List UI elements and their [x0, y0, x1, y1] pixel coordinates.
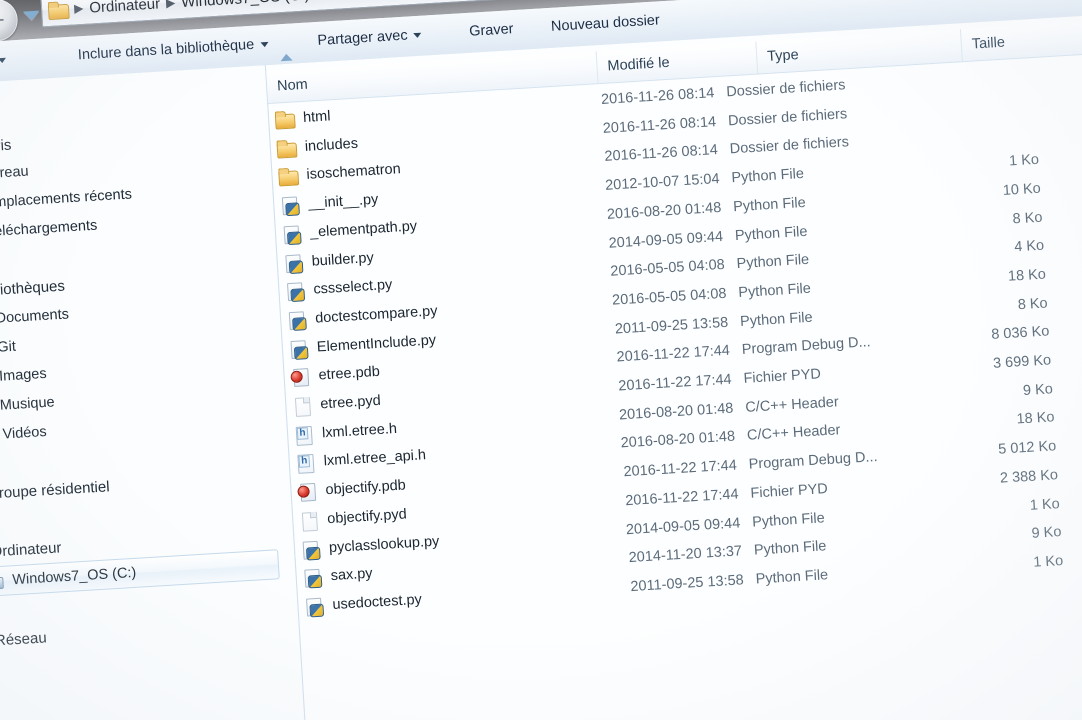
breadcrumb-item-windows7-os[interactable]: Windows7_OS (C:): [177, 0, 314, 11]
file-name-label: lxml.etree.h: [321, 420, 398, 442]
breadcrumb-separator: ▶: [73, 0, 84, 16]
folder-icon: [48, 1, 69, 18]
python-file-icon: [304, 597, 324, 617]
sidebar-item-documents[interactable]: Documents: [0, 306, 69, 328]
file-name-cell[interactable]: html: [274, 103, 331, 133]
screenshot-stage: ← ▶ Ordinateur ▶ Windows7_OS (C:) ▶ tmp …: [0, 0, 1082, 720]
navigation-pane: Favoris Bureau Emplacements récents Télé…: [0, 65, 311, 720]
hard-drive-icon: [0, 573, 4, 590]
header-file-icon: [294, 425, 314, 445]
file-name-label: isoschematron: [306, 161, 402, 184]
folder-icon: [275, 110, 295, 130]
file-name-label: etree.pyd: [319, 392, 382, 413]
sidebar-group-ordinateur[interactable]: Ordinateur: [0, 539, 62, 562]
chevron-down-icon[interactable]: [23, 10, 40, 21]
column-header-taille[interactable]: Taille: [959, 21, 1082, 62]
file-name-label: etree.pdb: [318, 364, 381, 384]
sidebar-item-git[interactable]: Git: [0, 339, 16, 358]
chevron-down-icon: [413, 32, 422, 38]
pdb-file-icon: [297, 482, 317, 502]
collapse-caret-icon[interactable]: [280, 53, 293, 62]
sidebar-item-videos[interactable]: Vidéos: [0, 424, 47, 444]
sidebar-group-favoris[interactable]: Favoris: [0, 137, 12, 158]
sidebar-group-reseau[interactable]: Réseau: [0, 629, 47, 651]
python-file-icon: [288, 339, 308, 359]
python-file-icon: [287, 310, 307, 330]
sidebar-group-groupe-residentiel[interactable]: Groupe résidentiel: [0, 478, 110, 504]
file-name-cell[interactable]: builder.py: [283, 244, 375, 276]
file-name-label: includes: [304, 135, 359, 155]
sidebar-group-bibliotheques[interactable]: Bibliothèques: [0, 278, 65, 302]
breadcrumb-separator: ▶: [165, 0, 176, 10]
explorer-window: ← ▶ Ordinateur ▶ Windows7_OS (C:) ▶ tmp …: [0, 0, 1082, 720]
python-file-icon: [285, 281, 305, 301]
file-name-label: builder.py: [311, 249, 375, 270]
breadcrumb-item-ordinateur[interactable]: Ordinateur: [85, 0, 165, 16]
file-name-cell[interactable]: sax.py: [302, 561, 373, 592]
file-name-label: sax.py: [330, 565, 374, 585]
chevron-down-icon: [260, 41, 269, 48]
sidebar-item-telechargements[interactable]: Téléchargements: [0, 218, 98, 242]
folder-icon: [276, 138, 296, 158]
file-name-label: html: [302, 108, 331, 126]
chevron-down-icon: [0, 57, 6, 63]
pdb-file-icon: [290, 367, 310, 387]
pyd-file-icon: [292, 396, 312, 416]
folder-icon: [278, 167, 298, 187]
file-name-cell[interactable]: etree.pyd: [292, 388, 382, 420]
sidebar-item-emplacements-recents[interactable]: Emplacements récents: [0, 186, 132, 213]
file-name-label: objectify.pyd: [326, 506, 408, 528]
breadcrumb-item-tmp[interactable]: tmp: [326, 0, 360, 2]
python-file-icon: [283, 253, 303, 273]
sidebar-item-images[interactable]: Images: [0, 366, 47, 387]
header-file-icon: [295, 453, 315, 473]
back-arrow-icon: ←: [0, 8, 6, 32]
file-name-label: __init__.py: [307, 191, 379, 212]
python-file-icon: [302, 568, 322, 588]
python-file-icon: [280, 195, 300, 215]
file-name-cell[interactable]: includes: [276, 130, 359, 162]
python-file-icon: [282, 224, 302, 244]
sidebar-item-musique[interactable]: Musique: [0, 394, 55, 415]
file-name-label: objectify.pdb: [325, 477, 407, 499]
pyd-file-icon: [299, 511, 319, 531]
file-name-cell[interactable]: etree.pdb: [290, 359, 381, 391]
sidebar-item-bureau[interactable]: Bureau: [0, 164, 29, 184]
file-name-label: usedoctest.py: [331, 591, 423, 613]
burn-button[interactable]: Graver: [469, 21, 514, 40]
python-file-icon: [301, 539, 321, 559]
file-name-label: cssselect.py: [312, 277, 393, 298]
